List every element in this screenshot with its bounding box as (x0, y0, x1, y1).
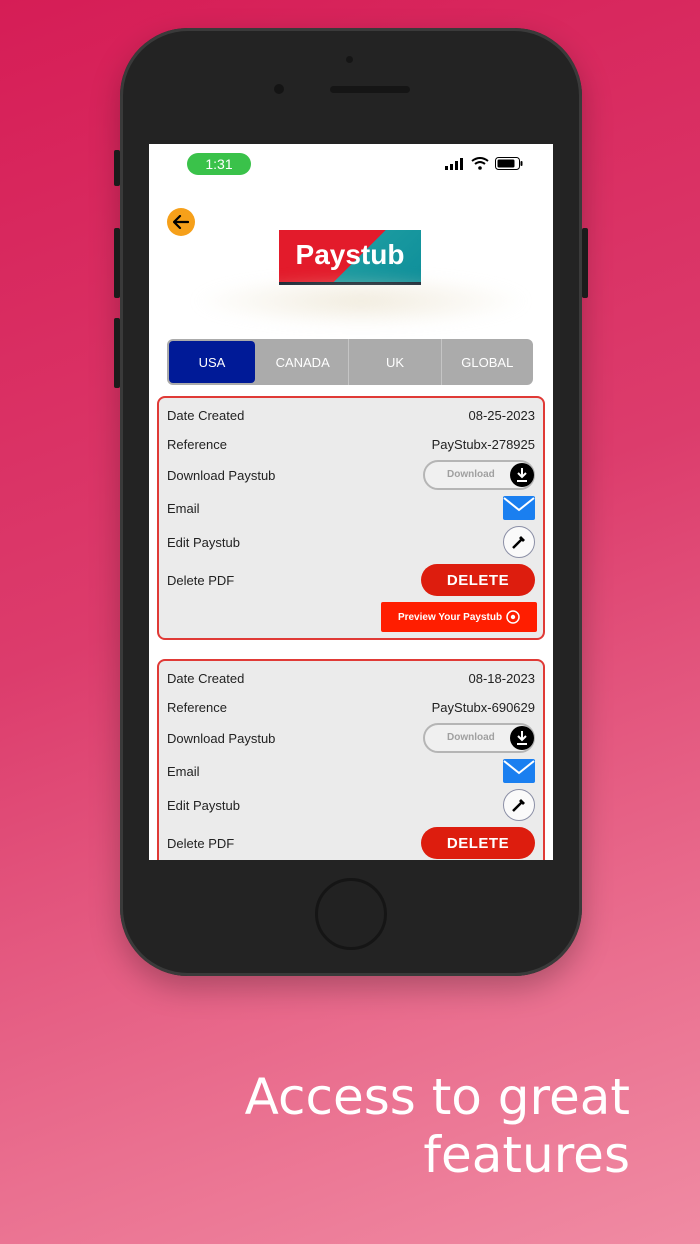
country-tabs: USA CANADA UK GLOBAL (167, 339, 533, 385)
delete-row: Delete PDF DELETE (167, 827, 535, 859)
paystub-card: Date Created 08-18-2023 Reference PayStu… (157, 659, 545, 860)
date-label: Date Created (167, 408, 245, 423)
arrow-left-icon (173, 215, 189, 229)
battery-icon (495, 157, 523, 170)
edit-button[interactable] (503, 789, 535, 821)
tagline-line-2: features (423, 1126, 630, 1184)
status-icons (445, 157, 523, 170)
signal-icon (445, 158, 463, 170)
date-row: Date Created 08-18-2023 (167, 671, 535, 686)
download-button-label: Download (447, 469, 495, 480)
email-row: Email (167, 759, 535, 783)
edit-label: Edit Paystub (167, 534, 240, 550)
delete-row: Delete PDF DELETE (167, 564, 535, 596)
email-row: Email (167, 496, 535, 520)
back-button[interactable] (167, 208, 195, 236)
date-value: 08-25-2023 (468, 408, 536, 423)
date-row: Date Created 08-25-2023 (167, 408, 535, 423)
paystub-card: Date Created 08-25-2023 Reference PayStu… (157, 396, 545, 640)
delete-button[interactable]: DELETE (421, 827, 535, 859)
eye-icon (506, 610, 520, 624)
tab-uk[interactable]: UK (349, 339, 442, 385)
reference-value: PayStubx-690629 (431, 700, 535, 715)
edit-label: Edit Paystub (167, 797, 240, 813)
status-bar: 1:31 (149, 144, 553, 184)
pen-icon (512, 799, 525, 812)
download-icon (510, 463, 534, 487)
edit-row: Edit Paystub (167, 526, 535, 558)
email-label: Email (167, 500, 200, 516)
sensor-dot (346, 56, 353, 63)
mail-icon[interactable] (503, 759, 535, 783)
app-screen: 1:31 Paystub USA CANADA UK GLOBAL Date C… (149, 144, 553, 860)
date-value: 08-18-2023 (468, 671, 536, 686)
status-time: 1:31 (187, 153, 251, 175)
download-icon (510, 726, 534, 750)
front-camera (274, 84, 284, 94)
download-button-label: Download (447, 732, 495, 743)
edit-button[interactable] (503, 526, 535, 558)
mail-icon[interactable] (503, 496, 535, 520)
volume-down-button (114, 318, 120, 388)
volume-up-button (114, 228, 120, 298)
reference-value: PayStubx-278925 (431, 437, 535, 452)
power-button (582, 228, 588, 298)
blurred-banner (191, 274, 531, 328)
date-label: Date Created (167, 671, 245, 686)
preview-label: Preview Your Paystub (397, 611, 503, 623)
tab-usa[interactable]: USA (169, 341, 255, 383)
delete-label: Delete PDF (167, 835, 235, 851)
delete-button[interactable]: DELETE (421, 564, 535, 596)
reference-row: Reference PayStubx-690629 (167, 700, 535, 715)
pen-icon (512, 536, 525, 549)
tab-global[interactable]: GLOBAL (442, 339, 533, 385)
download-button[interactable]: Download (423, 460, 535, 490)
download-row: Download Paystub Download (167, 460, 535, 490)
download-label: Download Paystub (167, 467, 276, 483)
home-button[interactable] (315, 878, 387, 950)
download-label: Download Paystub (167, 730, 276, 746)
reference-row: Reference PayStubx-278925 (167, 437, 535, 452)
download-button[interactable]: Download (423, 723, 535, 753)
mute-switch (114, 150, 120, 186)
wifi-icon (471, 157, 489, 170)
reference-label: Reference (167, 700, 227, 715)
preview-button[interactable]: Preview Your Paystub (381, 602, 537, 632)
reference-label: Reference (167, 437, 227, 452)
delete-label: Delete PDF (167, 572, 235, 588)
tab-canada[interactable]: CANADA (257, 339, 350, 385)
download-row: Download Paystub Download (167, 723, 535, 753)
marketing-tagline: Access to great features (245, 1068, 630, 1184)
earpiece-speaker (330, 86, 410, 93)
email-label: Email (167, 763, 200, 779)
tagline-line-1: Access to great (244, 1068, 630, 1126)
edit-row: Edit Paystub (167, 789, 535, 821)
